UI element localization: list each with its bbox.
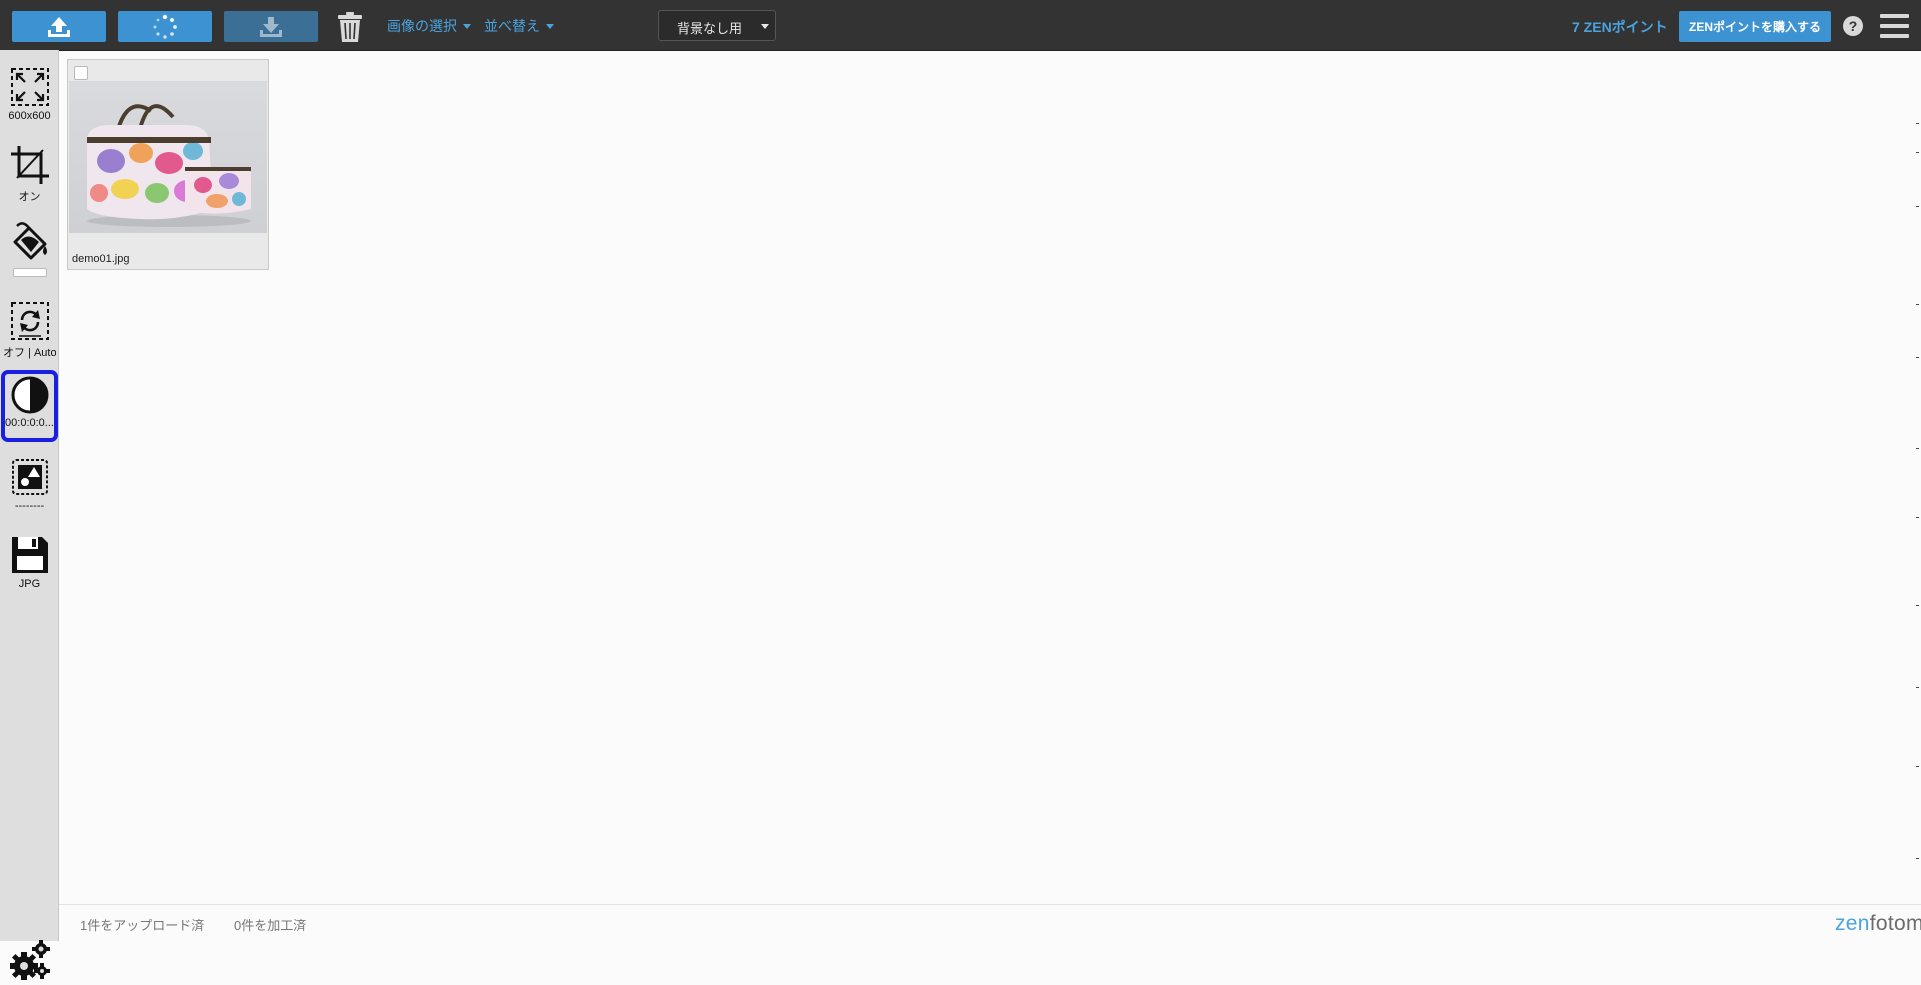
trash-icon: [338, 11, 362, 42]
image-thumbnail: [69, 81, 267, 233]
sort-label: 並べ替え: [484, 19, 540, 35]
chevron-down-icon: [761, 24, 769, 29]
select-images-dropdown[interactable]: 画像の選択: [387, 16, 471, 36]
tool-label-rotate: オフ | Auto: [3, 347, 56, 359]
watermark-icon: [11, 459, 48, 495]
sort-dropdown[interactable]: 並べ替え: [484, 16, 554, 36]
tool-sidebar: 600x600 オン オフ | Auto 00:0:0:0... -------…: [0, 50, 59, 980]
status-bar: 1件をアップロード済 0件を加工済 zenfotomatic: [59, 904, 1921, 942]
preset-select-value: 背景なし用: [677, 22, 743, 37]
paint-bucket-icon: [13, 222, 47, 260]
crop-icon: [10, 146, 49, 184]
settings-gears-icon: [10, 940, 50, 980]
tool-resize[interactable]: 600x600: [2, 62, 57, 132]
chevron-down-icon: [546, 23, 554, 29]
save-floppy-icon: [11, 537, 48, 573]
brand-logo-part1: zen: [1835, 912, 1870, 935]
tool-format[interactable]: JPG: [2, 530, 57, 600]
spinner-icon: [153, 14, 177, 39]
select-images-label: 画像の選択: [387, 19, 457, 35]
zen-points-balance[interactable]: 7 ZENポイント: [1572, 17, 1668, 37]
resize-icon: [10, 68, 49, 106]
background-color-swatch: [12, 268, 47, 277]
tool-label-contrast: 00:0:0:0...: [5, 417, 54, 429]
tool-crop[interactable]: オン: [2, 140, 57, 210]
image-filename: demo01.jpg: [72, 253, 130, 265]
settings-button[interactable]: [9, 939, 51, 981]
brand-logo: zenfotomatic: [1835, 912, 1921, 936]
brand-logo-part2: fotomatic: [1869, 912, 1921, 935]
buy-points-button[interactable]: ZENポイントを購入する: [1679, 11, 1831, 42]
scroll-edge-markers: [1916, 60, 1921, 900]
download-icon: [260, 16, 282, 37]
tool-background-fill[interactable]: [2, 218, 57, 288]
image-card[interactable]: demo01.jpg: [67, 59, 269, 270]
preset-select[interactable]: 背景なし用: [658, 10, 776, 41]
tool-watermark[interactable]: --------: [2, 452, 57, 522]
chevron-down-icon: [463, 23, 471, 29]
tool-label-resize: 600x600: [8, 110, 51, 122]
contrast-icon: [11, 376, 48, 414]
auto-rotate-icon: [10, 302, 49, 340]
upload-icon: [48, 16, 70, 37]
image-select-checkbox[interactable]: [74, 66, 88, 80]
tool-label-crop: オン: [18, 191, 41, 203]
tool-contrast[interactable]: 00:0:0:0...: [1, 370, 58, 442]
trash-button[interactable]: [334, 10, 366, 43]
uploaded-count: 1件をアップロード済: [80, 918, 205, 933]
help-icon[interactable]: ?: [1843, 16, 1863, 36]
hamburger-menu-icon[interactable]: [1880, 14, 1909, 38]
processed-count: 0件を加工済: [234, 918, 307, 933]
process-button[interactable]: [118, 11, 212, 42]
upload-button[interactable]: [12, 11, 106, 42]
download-button[interactable]: [224, 11, 318, 42]
tool-label-format: JPG: [18, 578, 41, 590]
tool-label-watermark: --------: [14, 500, 45, 512]
tool-rotate[interactable]: オフ | Auto: [2, 296, 57, 366]
top-toolbar: 画像の選択 並べ替え 背景なし用 7 ZENポイント ZENポイントを購入する …: [0, 0, 1921, 51]
